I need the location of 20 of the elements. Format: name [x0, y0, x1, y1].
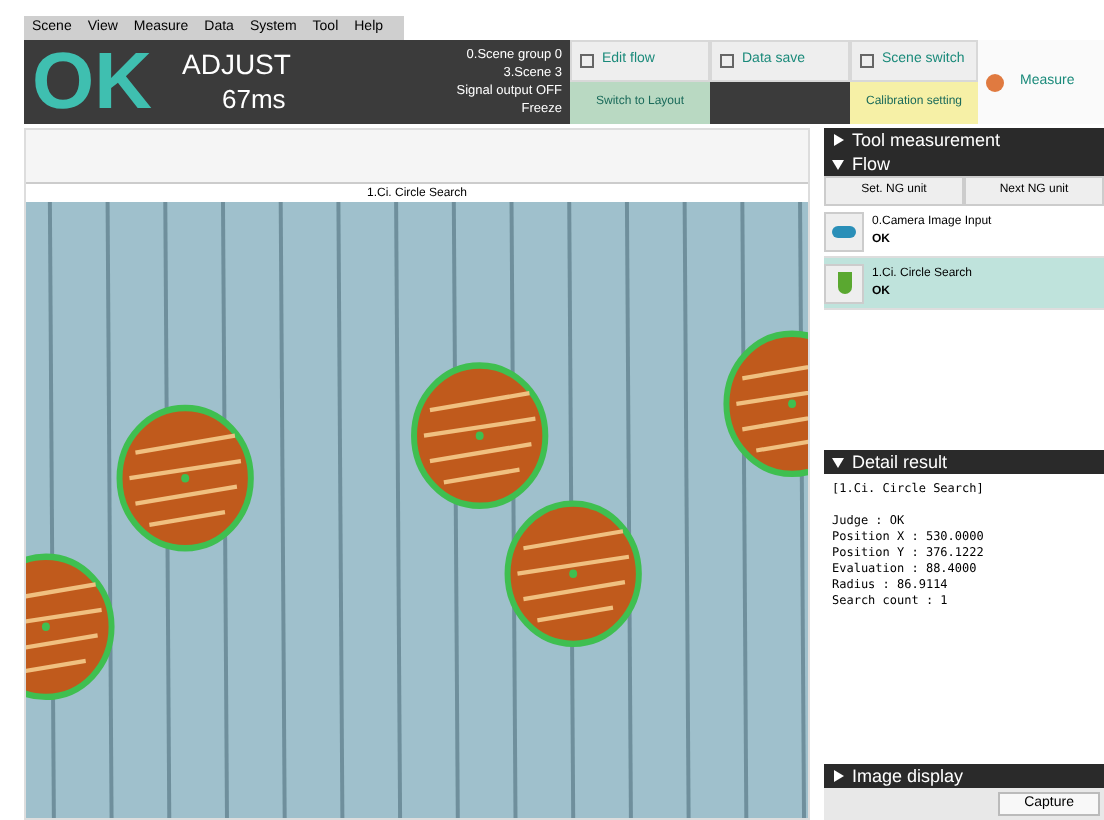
section-header[interactable]: Flow [824, 152, 1104, 176]
section-title: Detail result [852, 450, 948, 474]
collapsed-icon [832, 134, 844, 146]
tool-icon [720, 54, 734, 68]
judge-result: OK [32, 42, 154, 122]
tool-icon [580, 54, 594, 68]
processing-time: 67ms [220, 83, 288, 116]
camera-icon [824, 211, 864, 251]
flask-icon [824, 263, 864, 303]
section-header[interactable]: Detail result [824, 450, 1104, 474]
expanded-icon [832, 456, 844, 468]
section-header[interactable]: Image display [824, 764, 1104, 788]
collapsed-icon [832, 770, 844, 782]
section-title: Flow [852, 152, 891, 176]
tool-icon [860, 54, 874, 68]
section-title: Image display [852, 764, 964, 788]
section-title: Tool measurement [852, 128, 1001, 152]
mode-label: ADJUST [182, 48, 293, 84]
expanded-icon [832, 158, 844, 170]
section-header[interactable]: Tool measurement [824, 128, 1104, 152]
